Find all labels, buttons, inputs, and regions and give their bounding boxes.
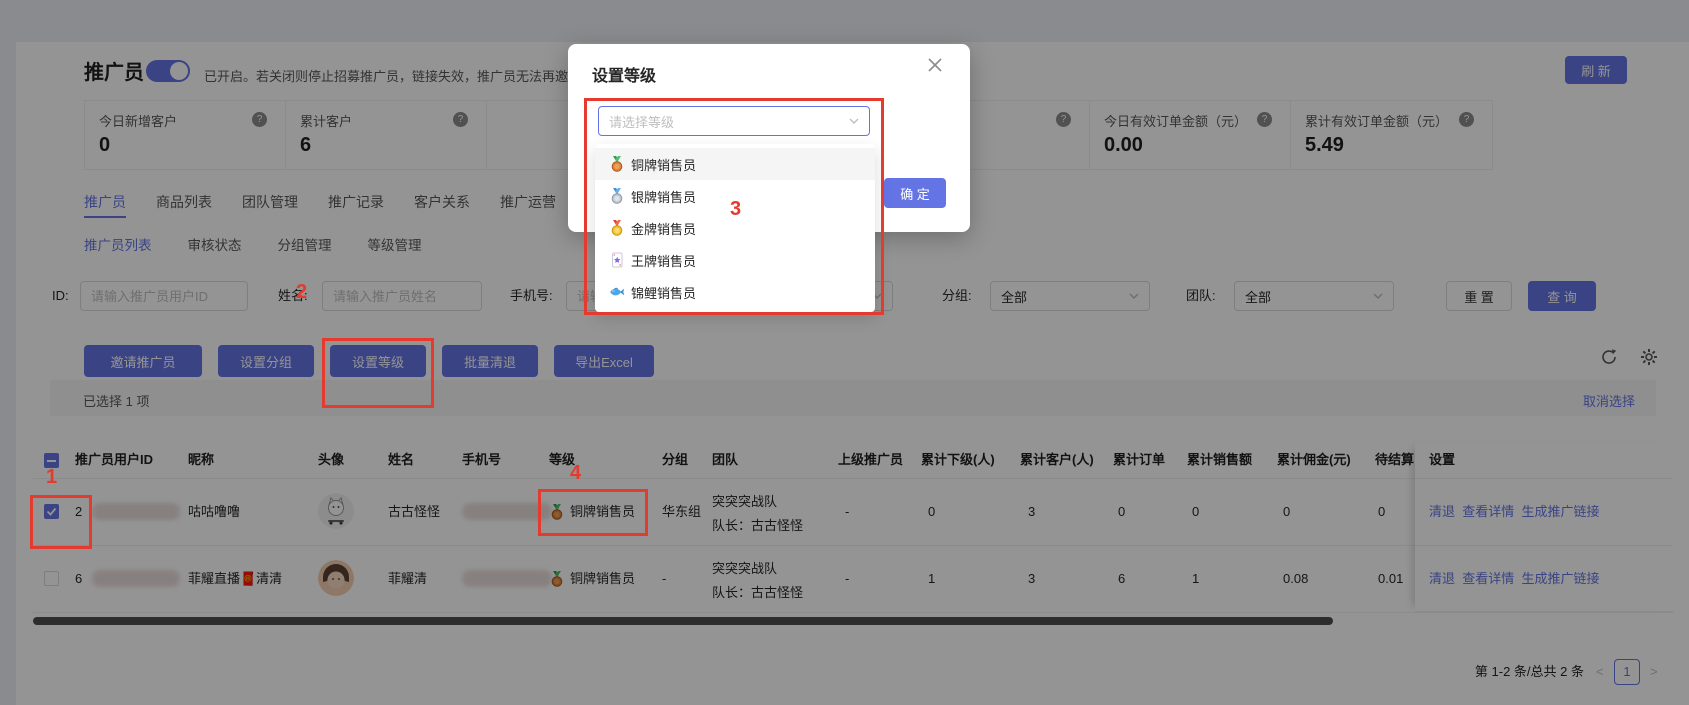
promoter-admin-page: 推广员 已开启。若关闭则停止招募推广员，链接失效，推广员无法再邀 刷 新 今日新… bbox=[0, 0, 1689, 705]
annotation-number-3: 3 bbox=[730, 198, 741, 221]
annotation-box-2 bbox=[322, 338, 434, 408]
annotation-number-2: 2 bbox=[296, 281, 307, 304]
annotation-box-4 bbox=[538, 489, 648, 536]
annotation-number-1: 1 bbox=[46, 466, 57, 489]
annotation-box-1 bbox=[30, 495, 92, 549]
modal-title: 设置等级 bbox=[592, 62, 656, 86]
confirm-button[interactable]: 确 定 bbox=[884, 178, 946, 208]
close-icon[interactable] bbox=[928, 58, 942, 72]
annotation-number-4: 4 bbox=[570, 462, 581, 485]
